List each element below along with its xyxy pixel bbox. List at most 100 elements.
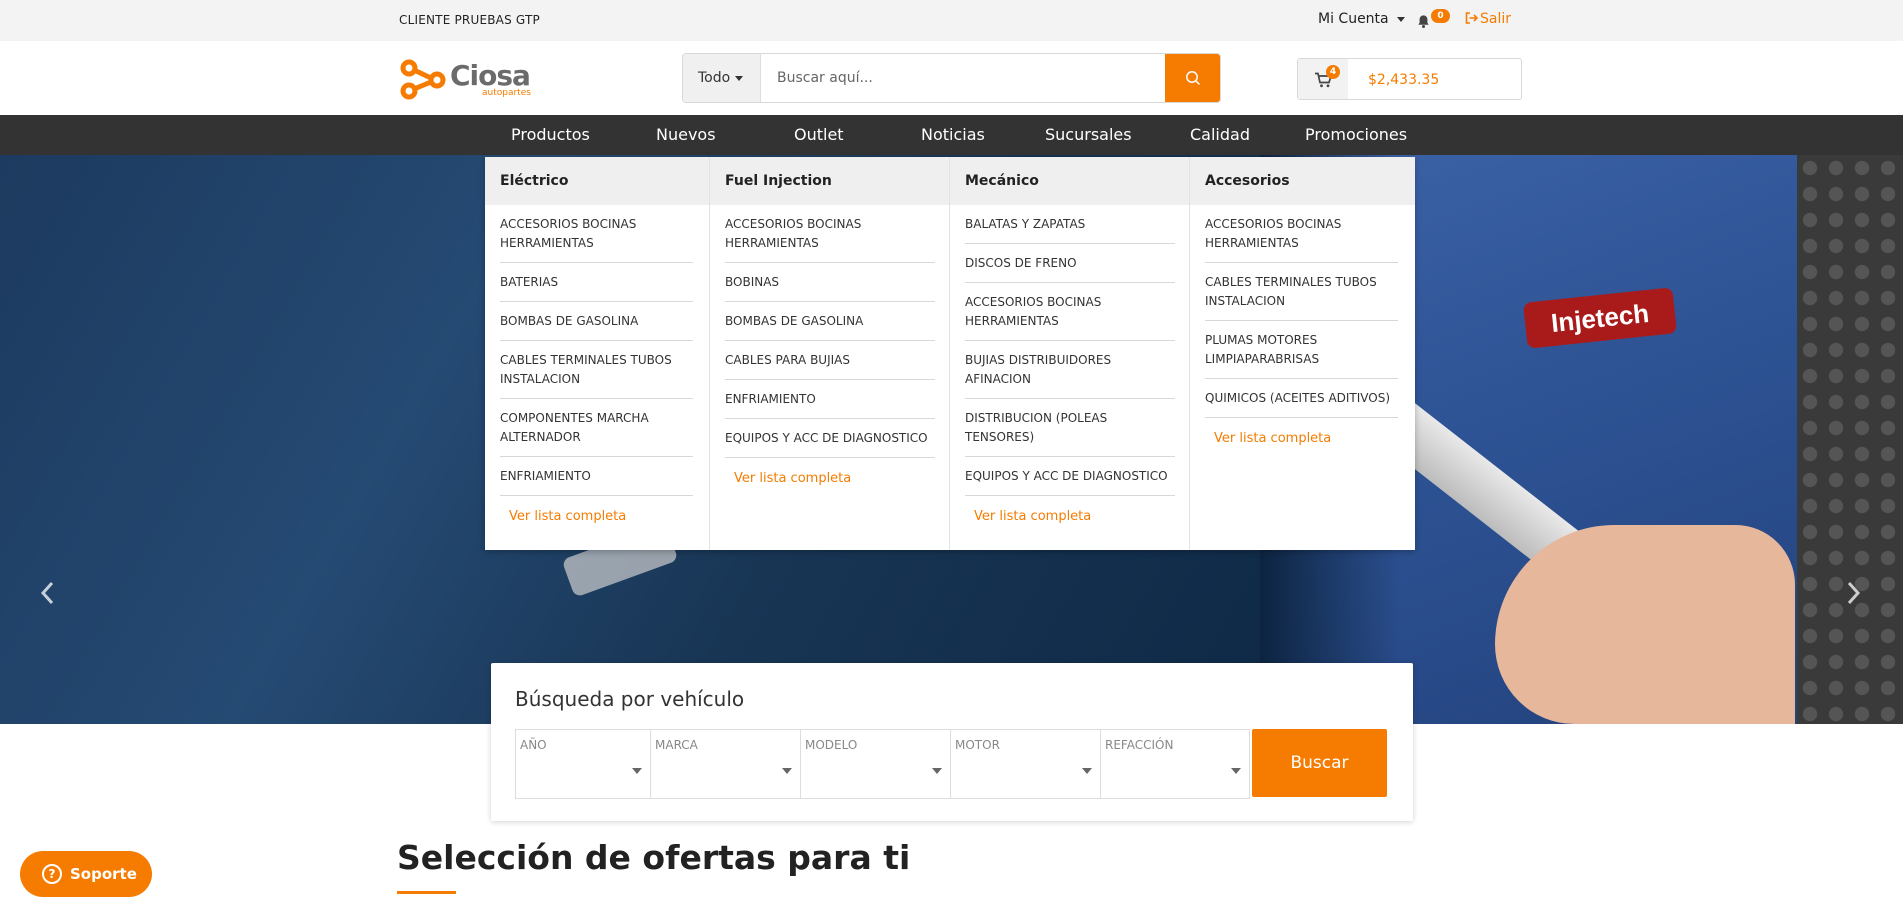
menu-item[interactable]: BUJIAS DISTRIBUIDORES AFINACION (965, 341, 1175, 399)
menu-item[interactable]: QUIMICOS (ACEITES ADITIVOS) (1205, 379, 1398, 418)
support-label: Soporte (70, 865, 137, 883)
menu-column-accesorios: Accesorios ACCESORIOS BOCINAS HERRAMIENT… (1190, 157, 1415, 550)
model-select[interactable]: MODELO (801, 730, 951, 798)
menu-item[interactable]: ACCESORIOS BOCINAS HERRAMIENTAS (500, 205, 693, 263)
search-category-label: Todo (698, 70, 731, 86)
year-select[interactable]: AÑO (516, 730, 651, 798)
menu-list: BALATAS Y ZAPATAS DISCOS DE FRENO ACCESO… (950, 205, 1189, 524)
hero-image-hand (1495, 525, 1795, 724)
vehicle-search-fields: AÑO MARCA MODELO MOTOR REFACCIÓN (515, 729, 1250, 799)
search-button[interactable] (1165, 54, 1220, 102)
engine-select-label: MOTOR (955, 738, 1000, 752)
notifications-badge: 0 (1431, 9, 1450, 23)
account-menu[interactable]: Mi Cuenta (1318, 11, 1405, 27)
nav-item-productos[interactable]: Productos (511, 125, 590, 144)
cart-total: $2,433.35 (1368, 72, 1440, 88)
menu-list: ACCESORIOS BOCINAS HERRAMIENTAS BOBINAS … (710, 205, 949, 486)
nav-item-calidad[interactable]: Calidad (1190, 125, 1250, 144)
menu-item[interactable]: BOMBAS DE GASOLINA (500, 302, 693, 341)
menu-item[interactable]: EQUIPOS Y ACC DE DIAGNOSTICO (965, 457, 1175, 496)
menu-view-all-link[interactable]: Ver lista completa (725, 458, 934, 486)
logout-label: Salir (1480, 11, 1512, 27)
menu-column-title[interactable]: Mecánico (950, 157, 1189, 205)
menu-item[interactable]: CABLES PARA BUJIAS (725, 341, 935, 380)
search-category-dropdown[interactable]: Todo (683, 54, 761, 102)
header: Ciosa autopartes Todo 4 $2,433.35 (0, 41, 1903, 115)
chevron-down-icon (1231, 768, 1241, 774)
make-select[interactable]: MARCA (651, 730, 801, 798)
chevron-down-icon (735, 75, 744, 81)
nav-item-outlet[interactable]: Outlet (794, 125, 844, 144)
menu-column-electrico: Eléctrico ACCESORIOS BOCINAS HERRAMIENTA… (485, 157, 710, 550)
menu-item[interactable]: BOMBAS DE GASOLINA (725, 302, 935, 341)
chevron-down-icon (1082, 768, 1092, 774)
menu-item[interactable]: DISTRIBUCION (POLEAS TENSORES) (965, 399, 1175, 457)
menu-item[interactable]: ACCESORIOS BOCINAS HERRAMIENTAS (1205, 205, 1398, 263)
menu-item[interactable]: BOBINAS (725, 263, 935, 302)
menu-item[interactable]: DISCOS DE FRENO (965, 244, 1175, 283)
menu-view-all-link[interactable]: Ver lista completa (1205, 418, 1400, 446)
engine-select[interactable]: MOTOR (951, 730, 1101, 798)
menu-item[interactable]: BALATAS Y ZAPATAS (965, 205, 1175, 244)
logout-icon (1465, 12, 1479, 24)
products-mega-menu: Eléctrico ACCESORIOS BOCINAS HERRAMIENTA… (485, 157, 1415, 550)
client-name: CLIENTE PRUEBAS GTP (399, 13, 540, 27)
menu-column-mecanico: Mecánico BALATAS Y ZAPATAS DISCOS DE FRE… (950, 157, 1190, 550)
menu-item[interactable]: EQUIPOS Y ACC DE DIAGNOSTICO (725, 419, 935, 458)
menu-column-title[interactable]: Eléctrico (485, 157, 709, 205)
menu-item[interactable]: ACCESORIOS BOCINAS HERRAMIENTAS (965, 283, 1175, 341)
model-select-label: MODELO (805, 738, 858, 752)
search-icon (1185, 71, 1200, 86)
nav-item-nuevos[interactable]: Nuevos (656, 125, 716, 144)
menu-item[interactable]: BATERIAS (500, 263, 693, 302)
menu-view-all-link[interactable]: Ver lista completa (500, 496, 694, 524)
menu-list: ACCESORIOS BOCINAS HERRAMIENTAS BATERIAS… (485, 205, 709, 524)
top-bar: CLIENTE PRUEBAS GTP Mi Cuenta 0 Salir (0, 0, 1903, 41)
main-nav: Productos Nuevos Outlet Noticias Sucursa… (0, 115, 1903, 155)
menu-item[interactable]: ACCESORIOS BOCINAS HERRAMIENTAS (725, 205, 935, 263)
carousel-prev-icon[interactable] (40, 580, 56, 606)
hero-image-background (1797, 155, 1903, 724)
year-select-label: AÑO (520, 738, 547, 752)
vehicle-search-button[interactable]: Buscar (1252, 729, 1387, 797)
menu-column-title[interactable]: Fuel Injection (710, 157, 949, 205)
account-label: Mi Cuenta (1318, 11, 1389, 27)
menu-item[interactable]: CABLES TERMINALES TUBOS INSTALACION (1205, 263, 1398, 321)
menu-column-fuel-injection: Fuel Injection ACCESORIOS BOCINAS HERRAM… (710, 157, 950, 550)
logo[interactable]: Ciosa autopartes (400, 59, 535, 104)
support-button[interactable]: ? Soporte (20, 851, 152, 897)
nav-item-noticias[interactable]: Noticias (921, 125, 985, 144)
menu-item[interactable]: ENFRIAMIENTO (725, 380, 935, 419)
menu-column-title[interactable]: Accesorios (1190, 157, 1415, 205)
part-select-label: REFACCIÓN (1105, 738, 1174, 752)
chevron-down-icon (782, 768, 792, 774)
part-select[interactable]: REFACCIÓN (1101, 730, 1249, 798)
bell-icon[interactable] (1416, 14, 1431, 29)
logo-mark-icon (400, 59, 446, 100)
menu-view-all-link[interactable]: Ver lista completa (965, 496, 1174, 524)
chevron-down-icon (1396, 16, 1405, 22)
cart-icon-box: 4 (1298, 59, 1348, 99)
offers-section-title: Selección de ofertas para ti (397, 838, 911, 877)
nav-item-sucursales[interactable]: Sucursales (1045, 125, 1132, 144)
vehicle-search-title: Búsqueda por vehículo (515, 687, 745, 711)
search-input[interactable] (762, 54, 1167, 102)
nav-item-promociones[interactable]: Promociones (1305, 125, 1407, 144)
make-select-label: MARCA (655, 738, 698, 752)
chevron-down-icon (932, 768, 942, 774)
menu-item[interactable]: PLUMAS MOTORES LIMPIAPARABRISAS (1205, 321, 1398, 379)
chevron-down-icon (632, 768, 642, 774)
menu-item[interactable]: ENFRIAMIENTO (500, 457, 693, 496)
search-bar: Todo (682, 53, 1221, 103)
cart-count-badge: 4 (1326, 65, 1340, 79)
cart-button[interactable]: 4 $2,433.35 (1297, 58, 1522, 100)
logo-subtitle: autopartes (482, 88, 531, 98)
help-icon: ? (42, 864, 62, 884)
menu-list: ACCESORIOS BOCINAS HERRAMIENTAS CABLES T… (1190, 205, 1415, 446)
carousel-next-icon[interactable] (1845, 580, 1861, 606)
menu-item[interactable]: COMPONENTES MARCHA ALTERNADOR (500, 399, 693, 457)
vehicle-search-panel: Búsqueda por vehículo AÑO MARCA MODELO M… (491, 663, 1413, 821)
title-underline (397, 891, 456, 894)
logout-link[interactable]: Salir (1465, 11, 1511, 27)
menu-item[interactable]: CABLES TERMINALES TUBOS INSTALACION (500, 341, 693, 399)
